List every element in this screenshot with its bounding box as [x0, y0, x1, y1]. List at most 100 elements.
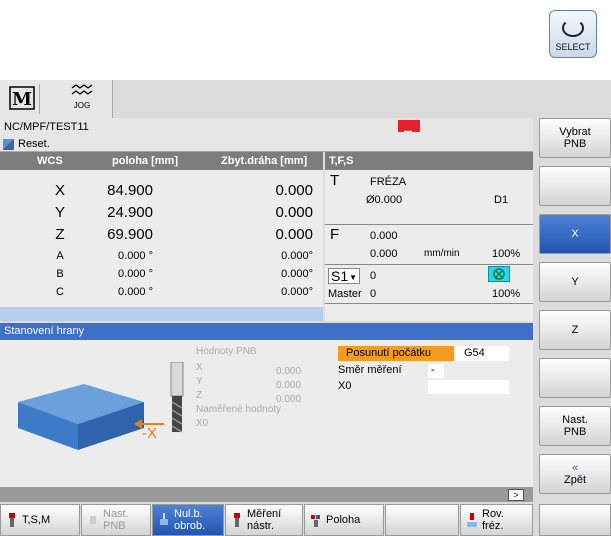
softkey-label-1: X — [571, 228, 579, 240]
spindle-stop-icon — [488, 266, 510, 282]
wcs-header: WCS — [37, 155, 63, 167]
tfs-header: T,F,S — [325, 152, 533, 170]
softkey-empty-2[interactable] — [539, 358, 611, 398]
divider — [325, 303, 533, 304]
softkey-label-1: Vybrat — [559, 126, 591, 138]
panel-title: Stanovení hrany — [0, 323, 533, 340]
machine-area-icon[interactable]: M — [4, 84, 40, 114]
offset-value-field[interactable]: G54 — [456, 346, 509, 361]
tool-d: D1 — [494, 194, 509, 206]
axis-distance: 0.000° — [281, 268, 313, 280]
measured-title: Naměřené hodnoty — [196, 404, 282, 415]
status-strip — [0, 487, 533, 502]
jog-label: JOG — [73, 101, 91, 110]
axis-position: 84.900 — [107, 182, 153, 199]
table-row: C 0.000 ° 0.000° — [0, 282, 323, 302]
softkey-label-2: nástr. — [247, 520, 274, 532]
minus-x-label: -X — [142, 425, 157, 442]
softkey-tsm[interactable]: T,S,M — [0, 504, 80, 536]
softkey-label-2: fréz. — [482, 520, 504, 532]
measured-x0-label: X0 — [196, 418, 209, 429]
axis-position: 0.000 ° — [118, 286, 153, 298]
softkey-set-pnb[interactable]: Nast. PNB — [539, 406, 611, 446]
direction-label: Směr měření — [338, 364, 402, 376]
tool-name: FRÉZA — [370, 176, 407, 188]
softkey-empty-corner[interactable] — [539, 504, 611, 536]
offset-label: Posunutí počátku — [338, 346, 454, 361]
softkey-set-pnb-bottom[interactable]: Nast. PNB — [81, 504, 151, 536]
softkey-empty-bottom[interactable] — [385, 504, 459, 536]
axis-name: A — [56, 250, 64, 262]
scroll-right-button[interactable]: > — [508, 489, 524, 501]
pnb-x-label: X — [196, 362, 203, 373]
position-header: poloha [mm] — [112, 155, 178, 167]
direction-field[interactable]: - — [428, 364, 444, 378]
x0-label: X0 — [338, 380, 352, 392]
softkey-label-1: Rov. — [482, 508, 504, 520]
position-icon — [311, 515, 320, 527]
softkey-label-1: Měření — [247, 508, 282, 520]
axis-distance: 0.000° — [281, 286, 313, 298]
softkey-y[interactable]: Y — [539, 262, 611, 302]
f-label: F — [330, 226, 340, 243]
table-row: Z 69.900 0.000 — [0, 224, 323, 244]
softkey-label-2: obrob. — [174, 520, 206, 532]
softkey-z[interactable]: Z — [539, 310, 611, 350]
tool-icon — [9, 513, 15, 527]
coordinates-table: X 84.900 0.000 Y 24.900 0.000 Z 69.900 0… — [0, 170, 323, 307]
alarm-indicator-icon: ▬▬ — [398, 120, 420, 133]
master-value: 0 — [370, 288, 377, 300]
spindle-select-value: S1 — [331, 268, 349, 284]
face-milling-icon — [467, 513, 477, 527]
axis-name: Y — [54, 204, 65, 221]
select-ring-icon — [562, 19, 584, 37]
softkey-label-1: Nast. — [103, 508, 129, 520]
softkey-position[interactable]: Poloha — [304, 504, 384, 536]
select-key[interactable]: SELECT — [549, 10, 597, 58]
master-label: Master — [328, 288, 362, 300]
feed-programmed: 0.000 — [370, 230, 398, 242]
back-chevron-icon: « — [571, 462, 579, 474]
channel-status: Reset. — [18, 138, 50, 150]
reset-icon — [3, 139, 14, 150]
select-key-label: SELECT — [555, 42, 591, 52]
tool-icon — [168, 361, 186, 438]
tool-diameter: Ø0.000 — [366, 194, 403, 206]
channel-status-row — [0, 136, 533, 152]
pnb-y-label: Y — [196, 376, 203, 387]
axis-distance: 0.000° — [281, 250, 313, 262]
table-row: X 84.900 0.000 — [0, 180, 323, 200]
axis-name: X — [54, 182, 65, 199]
softkey-tool-measure[interactable]: Měření nástr. — [225, 504, 303, 536]
axis-position: 24.900 — [107, 204, 153, 221]
feed-override: 100% — [492, 248, 521, 260]
softkey-x[interactable]: X — [539, 214, 611, 254]
softkey-back[interactable]: « Zpět — [539, 454, 611, 494]
workpiece-icon — [160, 513, 168, 525]
coordinates-header: WCS poloha [mm] Zbyt.dráha [mm] — [0, 152, 323, 170]
softkey-empty-1[interactable] — [539, 166, 611, 206]
softkey-plane-milling[interactable]: Rov. fréz. — [460, 504, 533, 536]
softkey-label-1: Z — [571, 324, 579, 336]
axis-distance: 0.000 — [275, 182, 313, 199]
softkey-label: T,S,M — [22, 514, 51, 526]
softkey-select-pnb[interactable]: Vybrat PNB — [539, 118, 611, 158]
jog-mode-icon[interactable]: JOG — [66, 84, 98, 114]
softkey-workpiece-zero[interactable]: Nul.b. obrob. — [152, 504, 224, 536]
softkey-label: Poloha — [326, 514, 361, 526]
svg-text:M: M — [12, 89, 32, 110]
t-label: T — [330, 172, 340, 189]
spindle-override: 100% — [492, 288, 521, 300]
pnb-x-value: 0.000 — [276, 366, 302, 377]
x0-input[interactable] — [428, 380, 509, 394]
divider — [325, 224, 533, 225]
pnb-y-value: 0.000 — [276, 380, 302, 391]
table-row: Y 24.900 0.000 — [0, 202, 323, 222]
softkey-label-1: Nast. — [562, 414, 588, 426]
workpiece-illustration — [14, 372, 154, 452]
set-zero-icon — [90, 516, 96, 524]
spindle-select[interactable]: S1 ▼ — [328, 268, 360, 284]
coordinates-footer — [0, 307, 323, 321]
divider — [325, 264, 533, 265]
axis-position: 69.900 — [107, 226, 153, 243]
